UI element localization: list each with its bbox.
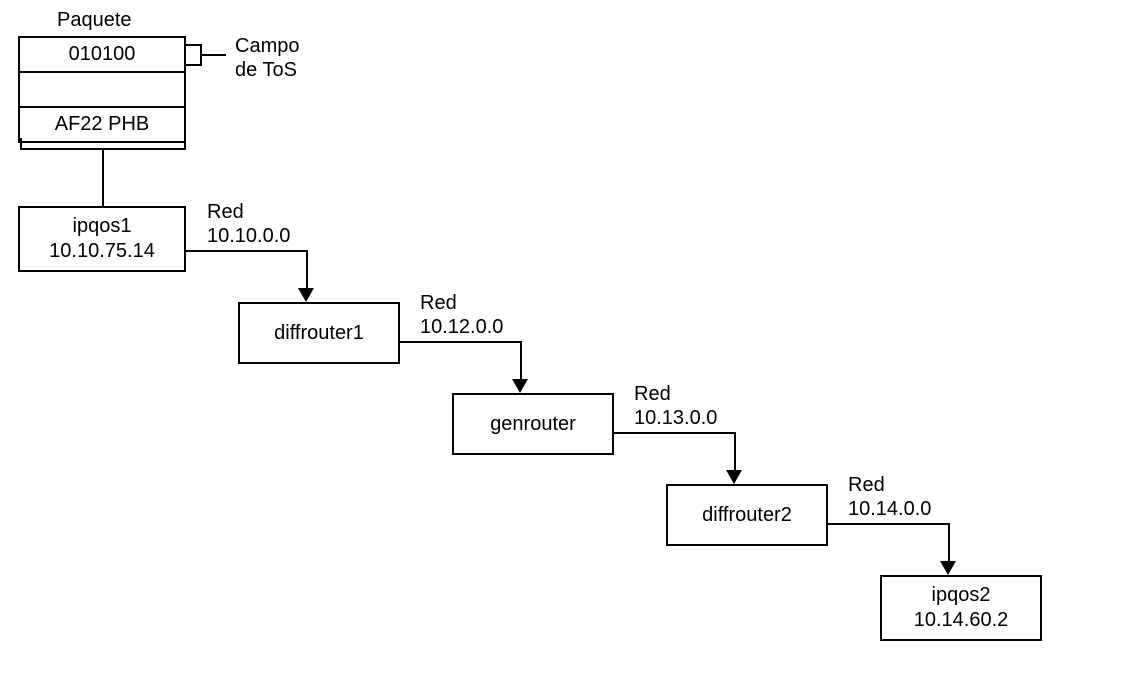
node-diffrouter2: diffrouter2 [666,484,828,546]
packet-row-phb: AF22 PHB [20,108,184,141]
link4-label: Red [848,473,885,497]
ubracket-left-v [20,138,22,148]
tos-label-line1: Campo [235,34,299,58]
diffrouter2-name: diffrouter2 [702,503,792,528]
genrouter-name: genrouter [490,412,576,437]
link2-h [400,341,520,343]
tos-bits-value: 010100 [69,43,136,66]
link3-label: Red [634,382,671,406]
link1-h [186,250,306,252]
ubracket-h-right [102,148,186,150]
link1-net: 10.10.0.0 [207,224,290,248]
bracket-stem [200,54,226,56]
ipqos1-ip: 10.10.75.14 [49,239,155,264]
ubracket-right-v [184,138,186,148]
node-diffrouter1: diffrouter1 [238,302,400,364]
link2-net: 10.12.0.0 [420,315,503,339]
link1-arrow [298,288,314,302]
bracket-bottom [186,64,200,66]
link4-arrow [940,561,956,575]
packet-box: 010100 AF22 PHB [18,36,186,143]
packet-row-blank [20,73,184,108]
node-ipqos2: ipqos2 10.14.60.2 [880,575,1042,641]
tos-label-line2: de ToS [235,58,297,82]
bracket-top [186,44,200,46]
node-genrouter: genrouter [452,393,614,455]
ipqos2-ip: 10.14.60.2 [914,608,1009,633]
link4-net: 10.14.0.0 [848,497,931,521]
link2-label: Red [420,291,457,315]
link3-v [734,432,736,472]
phb-value: AF22 PHB [55,113,149,136]
link4-h [828,523,948,525]
packet-title: Paquete [57,8,132,32]
link1-v [306,250,308,290]
diagram-stage: { "packet": { "title": "Paquete", "rows"… [0,0,1130,682]
link3-net: 10.13.0.0 [634,406,717,430]
link3-h [614,432,734,434]
link3-arrow [726,470,742,484]
node-ipqos1: ipqos1 10.10.75.14 [18,206,186,272]
link2-arrow [512,379,528,393]
ipqos1-name: ipqos1 [73,214,132,239]
ipqos2-name: ipqos2 [932,583,991,608]
link4-v [948,523,950,563]
link1-label: Red [207,200,244,224]
packet-row-tos-bits: 010100 [20,38,184,73]
link2-v [520,341,522,381]
ubracket-h-left [20,148,102,150]
ubracket-stem-down [102,148,104,206]
diffrouter1-name: diffrouter1 [274,321,364,346]
